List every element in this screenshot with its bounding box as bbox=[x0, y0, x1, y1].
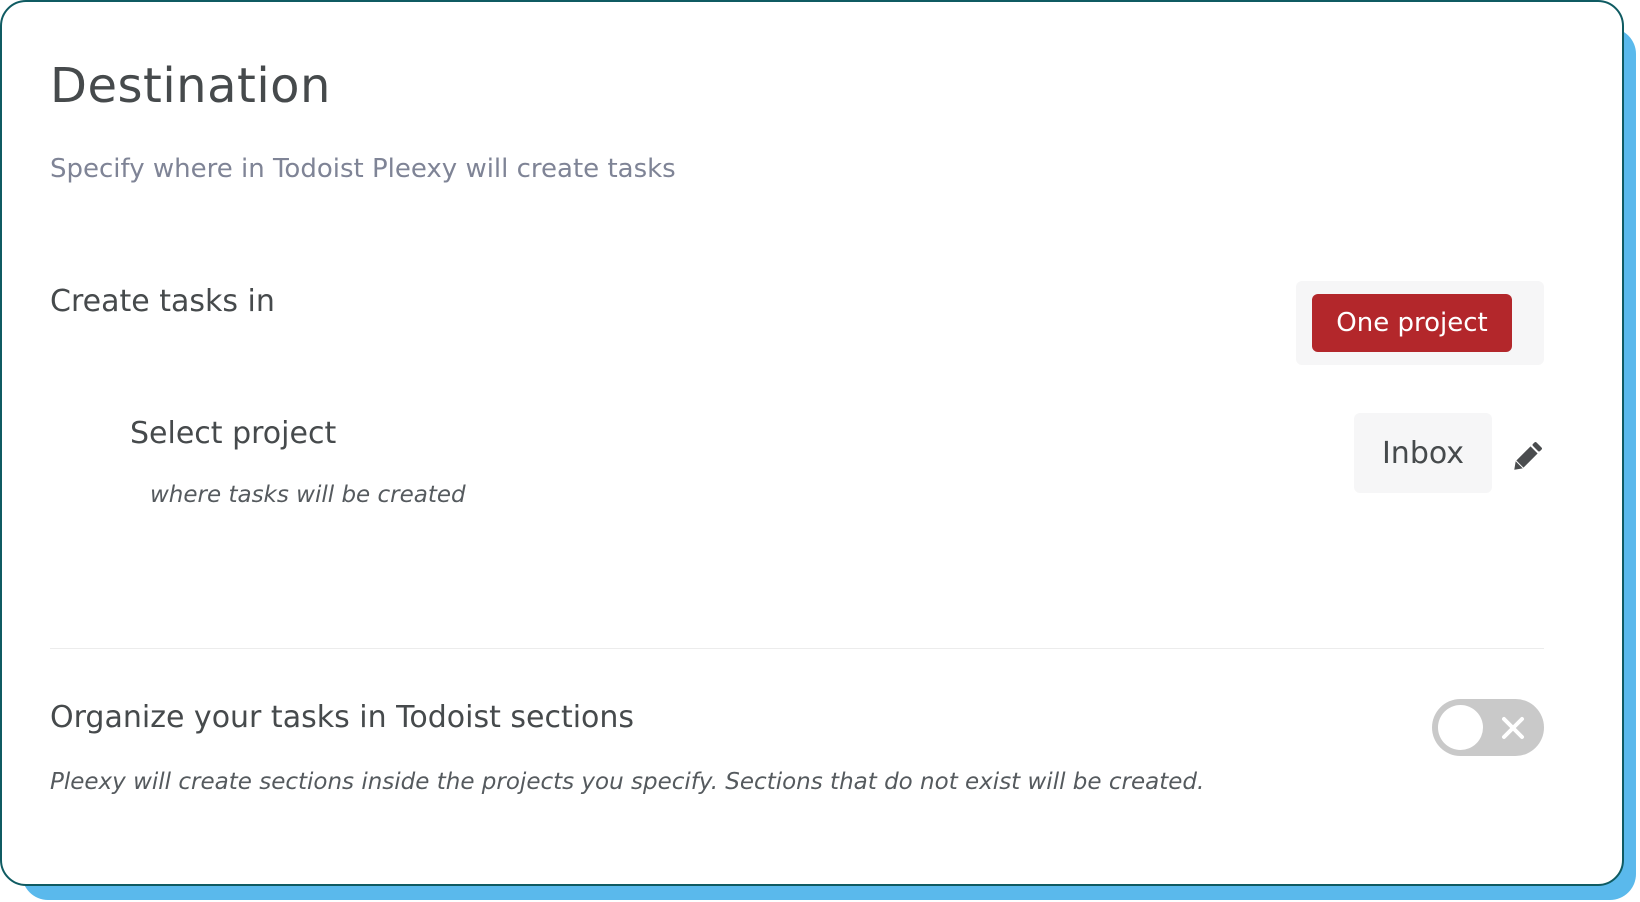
destination-panel: Destination Specify where in Todoist Ple… bbox=[0, 0, 1640, 902]
page-title: Destination bbox=[50, 58, 331, 114]
destination-card: Destination Specify where in Todoist Ple… bbox=[0, 0, 1624, 886]
section-divider bbox=[50, 648, 1544, 649]
organize-sections-hint: Pleexy will create sections inside the p… bbox=[50, 769, 1205, 795]
select-project-label: Select project bbox=[130, 416, 337, 451]
select-project-hint: where tasks will be created bbox=[150, 482, 466, 508]
x-icon bbox=[1502, 717, 1524, 739]
toggle-knob bbox=[1438, 705, 1483, 750]
destination-mode-selector: One project bbox=[1296, 281, 1544, 365]
pencil-icon[interactable] bbox=[1510, 438, 1544, 476]
one-project-button[interactable]: One project bbox=[1312, 294, 1512, 352]
selected-project-field[interactable]: Inbox bbox=[1354, 413, 1492, 493]
page-subtitle: Specify where in Todoist Pleexy will cre… bbox=[50, 154, 676, 184]
organize-sections-label: Organize your tasks in Todoist sections bbox=[50, 700, 635, 735]
create-tasks-label: Create tasks in bbox=[50, 284, 275, 319]
sections-toggle[interactable] bbox=[1432, 699, 1544, 756]
